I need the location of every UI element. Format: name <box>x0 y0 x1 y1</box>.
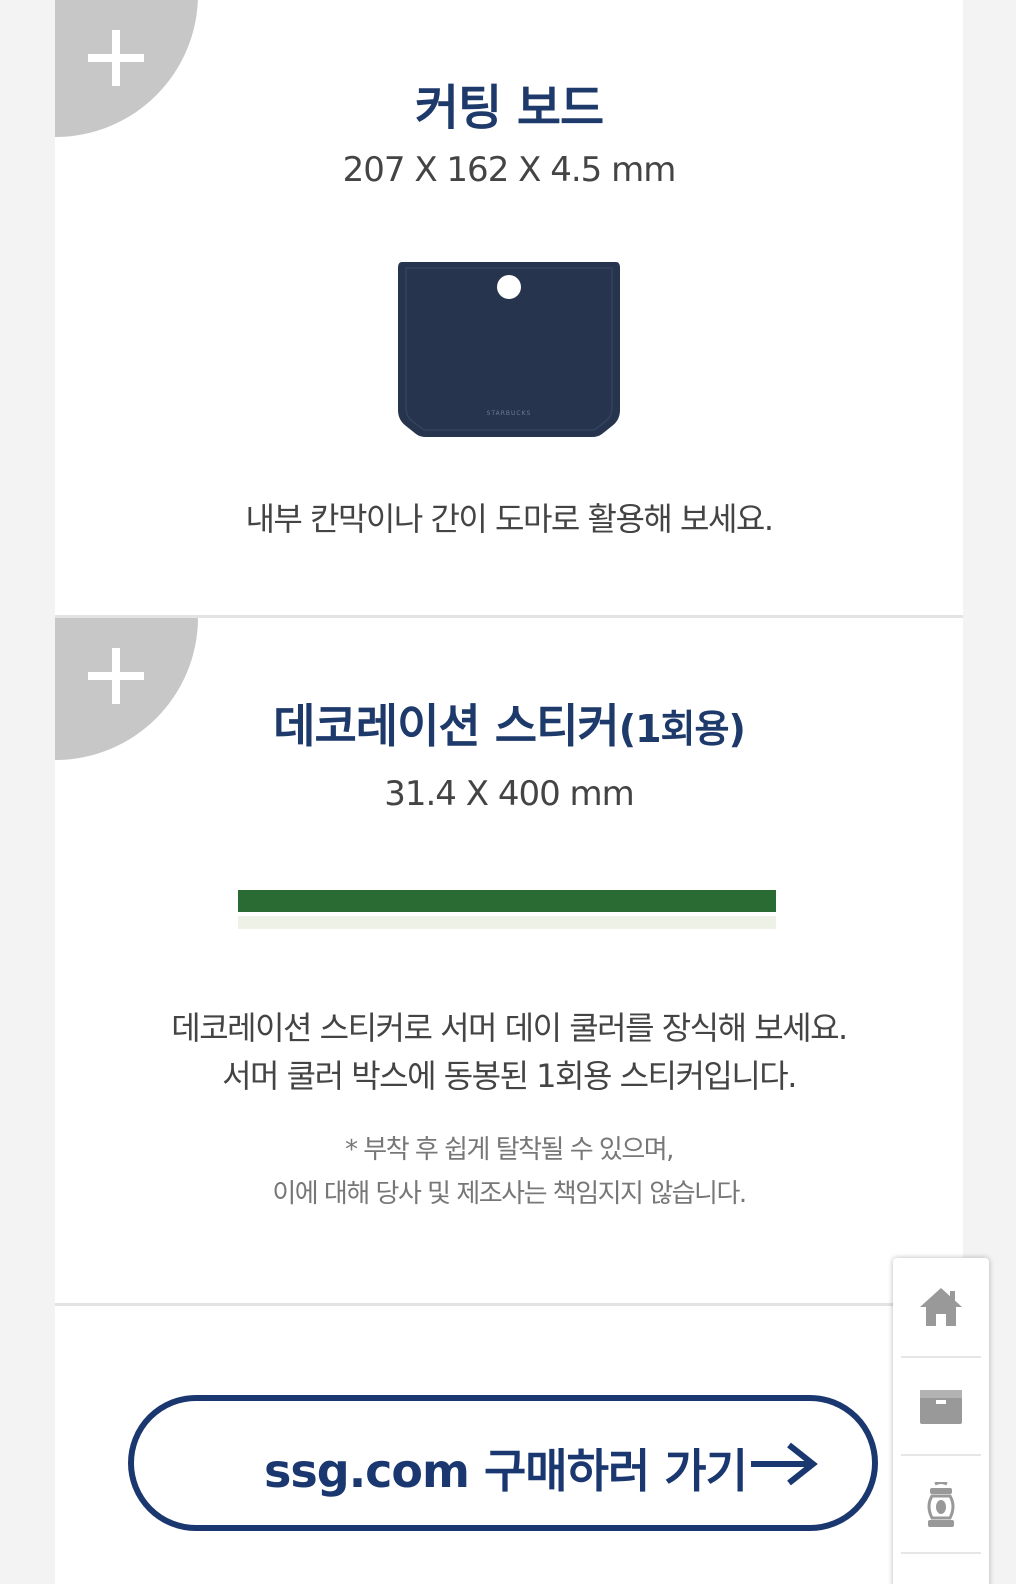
product-detail-content: 커팅 보드 207 X 162 X 4.5 mm STARBUCKS 내부 칸막… <box>55 0 963 1584</box>
ssg-purchase-label: ssg.com 구매하러 가기 <box>264 1444 748 1498</box>
product-card-cutting-board: 커팅 보드 207 X 162 X 4.5 mm STARBUCKS 내부 칸막… <box>55 0 963 615</box>
product-card-decoration-sticker: 데코레이션 스티커(1회용) 31.4 X 400 mm 데코레이션 스티커로 … <box>55 618 963 1303</box>
sticker-image <box>238 890 776 930</box>
section-divider <box>55 1303 963 1306</box>
product-note: * 부착 후 쉽게 탈착될 수 있으며, 이에 대해 당사 및 제조사는 책임지… <box>55 1128 963 1216</box>
more-icon <box>918 1580 964 1584</box>
cart-button[interactable] <box>901 1358 981 1456</box>
note-line: 이에 대해 당사 및 제조사는 책임지지 않습니다. <box>272 1179 747 1209</box>
page: 커팅 보드 207 X 162 X 4.5 mm STARBUCKS 내부 칸막… <box>0 0 1016 1584</box>
description-line: 서머 쿨러 박스에 동봉된 1회용 스티커입니다. <box>222 1057 797 1095</box>
lantern-button[interactable] <box>901 1456 981 1554</box>
more-button[interactable] <box>901 1554 981 1584</box>
note-line: * 부착 후 쉽게 탈착될 수 있으며, <box>345 1135 674 1165</box>
ssg-purchase-button[interactable]: ssg.com 구매하러 가기 <box>128 1395 878 1531</box>
description-line: 데코레이션 스티커로 서머 데이 쿨러를 장식해 보세요. <box>171 1009 848 1047</box>
board-logo-text: STARBUCKS <box>487 410 532 417</box>
product-title-suffix: (1회용) <box>618 707 746 751</box>
product-title: 데코레이션 스티커(1회용) <box>55 690 963 756</box>
home-button[interactable] <box>901 1260 981 1358</box>
product-title: 커팅 보드 <box>414 80 604 136</box>
floating-quick-menu <box>893 1258 989 1584</box>
product-description: 내부 칸막이나 간이 도마로 활용해 보세요. <box>245 500 774 538</box>
product-dimensions: 207 X 162 X 4.5 mm <box>342 150 677 190</box>
cutting-board-image: STARBUCKS <box>396 260 622 438</box>
product-title-main: 데코레이션 스티커 <box>273 699 620 753</box>
lantern-icon <box>927 1482 955 1527</box>
product-description: 데코레이션 스티커로 서머 데이 쿨러를 장식해 보세요. 서머 쿨러 박스에 … <box>55 1004 963 1100</box>
box-icon <box>920 1390 962 1424</box>
home-icon <box>920 1288 962 1326</box>
product-dimensions: 31.4 X 400 mm <box>384 774 635 814</box>
arrow-right-icon <box>751 1442 818 1486</box>
